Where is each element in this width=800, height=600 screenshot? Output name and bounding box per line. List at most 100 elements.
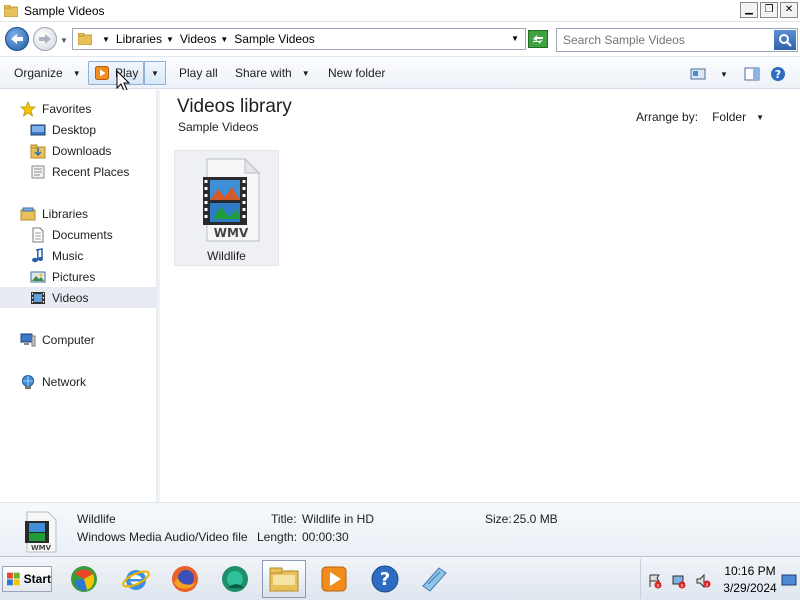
file-type-badge: WMV (214, 226, 249, 240)
nav-network[interactable]: Network (0, 371, 157, 392)
file-item-wildlife[interactable]: WMV Wildlife (174, 150, 279, 266)
arrange-by-value: Folder (712, 110, 747, 124)
help-icon[interactable]: ? (770, 66, 786, 82)
play-icon (95, 66, 109, 80)
minimize-button[interactable]: ▁ (740, 2, 758, 18)
nav-item-label: Pictures (52, 269, 96, 284)
network-icon (22, 374, 34, 389)
chevron-down-icon: ▼ (72, 68, 81, 78)
search-input[interactable] (557, 33, 767, 47)
back-button[interactable] (5, 27, 29, 51)
breadcrumb-root-arrow[interactable]: ▼ (102, 35, 110, 44)
nav-favorites[interactable]: Favorites (0, 98, 157, 119)
thumb-badge: WMV (31, 544, 52, 552)
details-length-label: Length: (257, 530, 298, 544)
svg-text:x: x (657, 583, 660, 589)
window-controls: ▁ ❐ ✕ (740, 2, 798, 18)
recent-pages-dropdown[interactable]: ▼ (59, 35, 69, 45)
forward-arrow-icon (39, 34, 51, 44)
change-view-icon[interactable] (690, 67, 706, 81)
restore-button[interactable]: ❐ (760, 2, 778, 18)
nav-item-recent-places[interactable]: Recent Places (0, 161, 157, 182)
share-with-menu[interactable]: Share with ▼ (235, 66, 310, 80)
taskbar-windows-media-player[interactable] (62, 560, 106, 598)
folder-icon (78, 33, 92, 45)
start-label: Start (23, 572, 51, 586)
action-center-icon[interactable]: x (647, 573, 663, 589)
nav-item-videos[interactable]: Videos (0, 287, 157, 308)
new-folder-button[interactable]: New folder (328, 66, 385, 80)
taskbar-help[interactable]: ? (363, 560, 407, 598)
details-file-name: Wildlife (77, 512, 116, 526)
nav-item-label: Videos (52, 290, 89, 305)
details-length-value: 00:00:30 (302, 530, 349, 544)
nav-computer[interactable]: Computer (0, 329, 157, 350)
view-dropdown[interactable]: ▼ (720, 70, 728, 79)
nav-item-music[interactable]: Music (0, 245, 157, 266)
taskbar-media-center[interactable] (312, 560, 356, 598)
address-history-dropdown[interactable]: ▼ (511, 34, 519, 43)
nav-item-label: Desktop (52, 122, 97, 137)
arrange-by: Arrange by: Folder ▼ (636, 110, 764, 124)
search-button[interactable] (774, 30, 796, 50)
play-all-label: Play all (179, 66, 218, 80)
nav-network-label: Network (42, 374, 87, 389)
navigation-pane: Favorites Desktop Downloads Recent Place… (0, 90, 157, 502)
organize-menu[interactable]: Organize ▼ (14, 66, 81, 80)
nav-item-label: Recent Places (52, 164, 130, 179)
play-options-dropdown[interactable]: ▼ (144, 61, 166, 85)
taskbar-firefox[interactable] (163, 560, 207, 598)
breadcrumb-videos[interactable]: Videos (180, 32, 216, 46)
svg-text:x: x (681, 583, 684, 589)
folder-icon (4, 4, 18, 17)
clock[interactable]: 10:16 PM 3/29/2024 (722, 563, 778, 597)
nav-item-desktop[interactable]: Desktop (0, 119, 157, 140)
library-subtitle: Sample Videos (178, 120, 259, 134)
address-bar[interactable]: ▼ Libraries ▼ Videos ▼ Sample Videos ▼ (72, 28, 526, 50)
nav-libraries-label: Libraries (42, 206, 89, 221)
address-row: ▼ ▼ Libraries ▼ Videos ▼ Sample Videos ▼ (0, 22, 800, 56)
start-button[interactable]: Start (2, 566, 52, 592)
notepad-icon (422, 567, 447, 592)
file-thumbnail-icon: WMV (25, 511, 57, 553)
new-folder-label: New folder (328, 66, 386, 80)
show-desktop-icon[interactable] (781, 573, 797, 587)
breadcrumb-arrow[interactable]: ▼ (166, 35, 174, 44)
taskbar-internet-explorer[interactable] (114, 560, 158, 598)
svg-text:?: ? (380, 569, 390, 590)
breadcrumb-arrow[interactable]: ▼ (220, 35, 228, 44)
network-status-icon[interactable]: x (671, 573, 687, 589)
refresh-button[interactable] (528, 30, 548, 48)
taskbar-browser[interactable] (213, 560, 257, 598)
taskbar-windows-explorer[interactable] (262, 560, 306, 598)
breadcrumb-sample-videos[interactable]: Sample Videos (234, 32, 315, 46)
close-button[interactable]: ✕ (780, 2, 798, 18)
explorer-icon (269, 567, 299, 592)
pictures-icon (30, 271, 46, 282)
nav-libraries[interactable]: Libraries (0, 203, 157, 224)
arrange-by-dropdown[interactable]: Folder ▼ (712, 110, 764, 124)
share-with-label: Share with (235, 66, 292, 80)
nav-item-label: Music (52, 248, 84, 263)
star-icon (20, 100, 36, 117)
search-icon (779, 34, 792, 47)
nav-item-downloads[interactable]: Downloads (0, 140, 157, 161)
forward-button[interactable] (33, 27, 57, 51)
help-and-support-icon: ? (371, 565, 399, 593)
volume-muted-icon[interactable]: x (695, 573, 711, 589)
taskbar-notepad[interactable] (412, 560, 456, 598)
play-all-button[interactable]: Play all (179, 66, 218, 80)
videos-icon (31, 291, 45, 304)
recent-places-icon (31, 165, 45, 178)
nav-item-pictures[interactable]: Pictures (0, 266, 157, 287)
details-size-value: 25.0 MB (513, 512, 558, 526)
search-box[interactable] (556, 28, 798, 52)
details-pane: WMV Wildlife Windows Media Audio/Video f… (0, 502, 800, 556)
organize-label: Organize (14, 66, 63, 80)
refresh-icon (533, 35, 543, 44)
back-arrow-icon (11, 34, 23, 44)
details-title-value[interactable]: Wildlife in HD (302, 512, 374, 526)
nav-item-documents[interactable]: Documents (0, 224, 157, 245)
breadcrumb-libraries[interactable]: Libraries (116, 32, 162, 46)
preview-pane-icon[interactable] (744, 67, 760, 81)
